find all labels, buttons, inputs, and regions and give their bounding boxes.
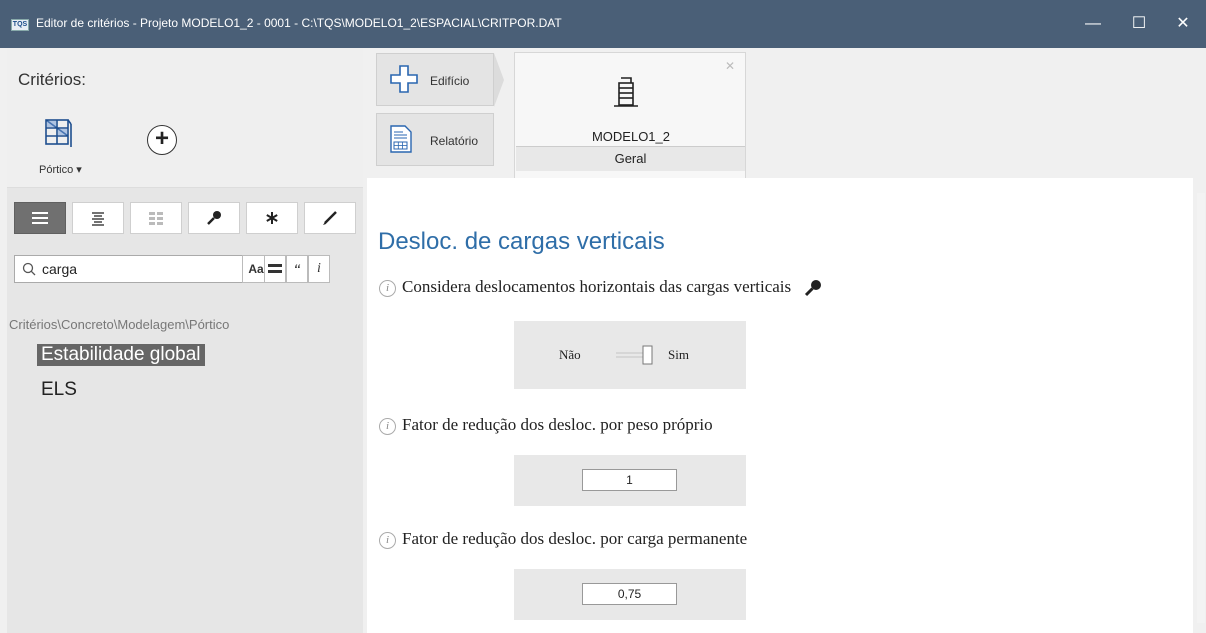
app-icon: TQS bbox=[11, 19, 29, 31]
view-toolbar bbox=[14, 202, 356, 234]
question-label: Considera deslocamentos horizontais das … bbox=[402, 277, 792, 296]
info-icon[interactable]: i bbox=[379, 417, 396, 435]
toggle-box: Não Sim bbox=[514, 321, 746, 389]
asterisk-filter-button[interactable] bbox=[246, 202, 298, 234]
asterisk-icon bbox=[266, 212, 278, 224]
question-considera-desloc: i Considera deslocamentos horizontais das… bbox=[379, 277, 823, 298]
add-criterio-button[interactable]: + bbox=[147, 125, 177, 155]
toggle-switch[interactable] bbox=[612, 345, 654, 365]
criteria-browser: carga Aa ‘‘ i Critérios\Concreto\Modelag… bbox=[7, 188, 363, 633]
edificio-label: Edifício bbox=[430, 74, 470, 88]
maximize-button[interactable]: ☐ bbox=[1116, 0, 1162, 48]
relatorio-label: Relatório bbox=[430, 134, 479, 148]
info-icon[interactable]: i bbox=[379, 279, 396, 297]
vertical-scrollbar[interactable] bbox=[1197, 193, 1205, 623]
search-box[interactable]: carga bbox=[14, 255, 244, 283]
edificio-button[interactable]: Edifício bbox=[376, 53, 494, 106]
grid-view-button[interactable] bbox=[130, 202, 182, 234]
left-panel: Critérios: Pórtico ▾ + carga Aa ‘‘ i Cri… bbox=[7, 48, 363, 633]
fator-peso-proprio-input[interactable]: 1 bbox=[582, 469, 677, 491]
value-box-carga-permanente: 0,75 bbox=[514, 569, 746, 620]
minimize-button[interactable]: — bbox=[1070, 0, 1116, 48]
toggle-no-label: Não bbox=[559, 347, 581, 362]
tree-item-estabilidade-global[interactable]: Estabilidade global bbox=[37, 344, 205, 366]
list-icon bbox=[32, 212, 48, 224]
equals-icon bbox=[268, 264, 282, 273]
building-icon bbox=[614, 77, 638, 107]
close-icon[interactable]: ✕ bbox=[725, 59, 735, 73]
breadcrumb: Critérios\Concreto\Modelagem\Pórtico bbox=[9, 317, 230, 332]
tree-item-els[interactable]: ELS bbox=[37, 379, 81, 401]
quote-search-button[interactable]: ‘‘ bbox=[286, 255, 308, 283]
portico-dropdown[interactable]: Pórtico ▾ bbox=[39, 163, 82, 176]
modelo-name: MODELO1_2 bbox=[591, 129, 671, 144]
relatorio-button[interactable]: Relatório bbox=[376, 113, 494, 166]
question-label: Fator de redução dos desloc. por peso pr… bbox=[402, 415, 713, 434]
question-label: Fator de redução dos desloc. por carga p… bbox=[402, 529, 748, 548]
fator-carga-permanente-input[interactable]: 0,75 bbox=[582, 583, 677, 605]
key-icon bbox=[805, 280, 822, 297]
pencil-icon bbox=[323, 211, 337, 225]
title-bar: TQS Editor de critérios - Projeto MODELO… bbox=[0, 0, 1206, 48]
report-icon bbox=[390, 125, 412, 153]
modelo-card[interactable]: ✕ MODELO1_2 Geral bbox=[514, 52, 746, 180]
question-fator-peso-proprio: i Fator de redução dos desloc. por peso p… bbox=[379, 415, 713, 435]
key-filter-button[interactable] bbox=[188, 202, 240, 234]
list-view-button[interactable] bbox=[14, 202, 66, 234]
align-center-icon bbox=[92, 212, 104, 226]
grid-icon bbox=[149, 212, 163, 225]
value-box-peso-proprio: 1 bbox=[514, 455, 746, 506]
info-icon[interactable]: i bbox=[379, 531, 396, 549]
close-window-button[interactable]: ✕ bbox=[1160, 0, 1206, 48]
search-info-button[interactable]: i bbox=[308, 255, 330, 283]
criteria-content: Desloc. de cargas verticais i Considera d… bbox=[367, 178, 1193, 633]
key-icon bbox=[207, 211, 221, 225]
right-panel: Edifício Relatório ✕ MODELO1_2 Geral Des… bbox=[363, 48, 1206, 633]
search-input[interactable]: carga bbox=[42, 261, 77, 277]
edit-button[interactable] bbox=[304, 202, 356, 234]
whole-word-button[interactable] bbox=[264, 255, 286, 283]
search-icon bbox=[22, 262, 36, 276]
portico-icon[interactable] bbox=[43, 117, 73, 149]
criterios-label: Critérios: bbox=[18, 70, 87, 89]
tab-geral[interactable]: Geral bbox=[516, 146, 745, 171]
section-title: Desloc. de cargas verticais bbox=[378, 228, 665, 255]
criterios-box: Critérios: Pórtico ▾ + bbox=[7, 48, 363, 188]
toggle-sim-label: Sim bbox=[668, 347, 689, 362]
window-title: Editor de critérios - Projeto MODELO1_2 … bbox=[36, 16, 562, 30]
breadcrumb-arrow bbox=[494, 53, 504, 107]
plus-building-icon bbox=[390, 65, 418, 93]
align-view-button[interactable] bbox=[72, 202, 124, 234]
question-fator-carga-permanente: i Fator de redução dos desloc. por carga … bbox=[379, 529, 747, 549]
